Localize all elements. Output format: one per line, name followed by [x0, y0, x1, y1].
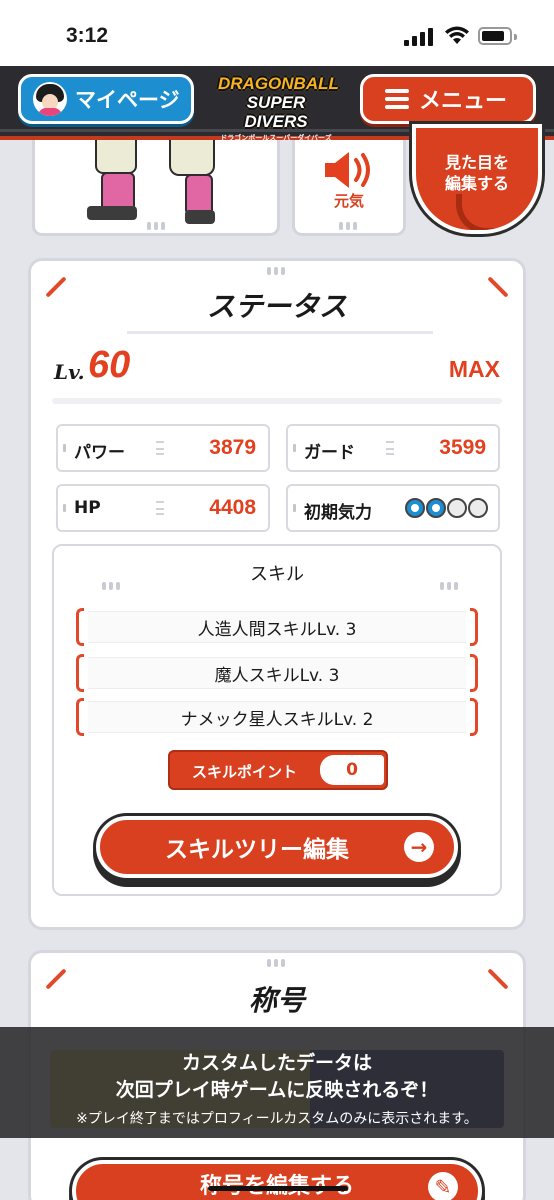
- hamburger-icon: [385, 89, 409, 109]
- character-leg-right: [169, 140, 215, 176]
- title-card-title: 称号: [248, 984, 305, 1017]
- skill-point-value: 0: [320, 755, 384, 785]
- character-boot-right-sole: [185, 210, 215, 224]
- notice-line2: 次回プレイ時ゲームに反映されるぞ！: [115, 1079, 439, 1101]
- skill-item-label: 人造人間スキルLv. 3: [197, 619, 357, 640]
- ki-orb-icon: [405, 498, 425, 518]
- skill-title: スキル: [250, 564, 304, 585]
- character-preview: [32, 140, 280, 236]
- edit-title-button[interactable]: 称号を編集する ✎: [72, 1160, 482, 1200]
- logo-line1: DRAGONBALL: [218, 74, 339, 93]
- edit-appearance-button[interactable]: 見た目を 編集する: [412, 124, 542, 234]
- stat-name: パワー: [74, 443, 125, 463]
- stat-name: 初期気力: [304, 503, 372, 523]
- rotate-arrow-icon: [456, 194, 506, 230]
- edit-appearance-label-1: 見た目を: [444, 153, 509, 172]
- card-grip: [102, 582, 120, 590]
- skill-item-label: 魔人スキルLv. 3: [214, 665, 340, 686]
- stat-value: 3599: [439, 436, 486, 459]
- level-max: MAX: [448, 356, 500, 382]
- skill-item[interactable]: 魔人スキルLv. 3: [76, 654, 478, 692]
- panel-grip: [147, 222, 165, 230]
- status-time: 3:12: [66, 24, 109, 47]
- stat-hp: HP 4408: [56, 484, 270, 532]
- speaker-icon: [325, 152, 370, 188]
- logo-line2: SUPER DIVERS: [244, 93, 308, 131]
- skill-tree-edit-label: スキルツリー編集: [165, 837, 349, 863]
- arrow-right-icon: →: [404, 832, 434, 862]
- edit-appearance-label-2: 編集する: [444, 174, 509, 193]
- notice-line1: カスタムしたデータは: [181, 1052, 372, 1074]
- card-grip: [267, 959, 285, 967]
- menu-button[interactable]: メニュー: [360, 74, 536, 124]
- level-value: 60: [88, 344, 131, 386]
- cellular-signal-icon: [404, 28, 434, 46]
- menu-label: メニュー: [419, 89, 508, 114]
- initial-ki-gauge: [405, 498, 488, 518]
- ki-orb-icon: [468, 498, 488, 518]
- notice-toast: カスタムしたデータは 次回プレイ時ゲームに反映されるぞ！ ※プレイ終了まではプロ…: [0, 1027, 554, 1138]
- ki-orb-icon: [447, 498, 467, 518]
- skill-point-badge: スキルポイント 0: [168, 750, 388, 790]
- notice-line3: ※プレイ終了まではプロフィールカスタムのみに表示されます。: [76, 1111, 478, 1127]
- game-logo[interactable]: DRAGONBALL SUPER DIVERS ドラゴンボールスーパーダイバーズ: [218, 74, 339, 142]
- stat-name: HP: [74, 498, 101, 518]
- stat-power: パワー 3879: [56, 424, 270, 472]
- skill-item[interactable]: ナメック星人スキルLv. 2: [76, 698, 478, 736]
- card-grip: [440, 582, 458, 590]
- status-bar: 3:12: [0, 0, 554, 66]
- stat-name: ガード: [304, 443, 355, 463]
- level-divider: [52, 398, 502, 404]
- mypage-button[interactable]: マイページ: [18, 74, 194, 124]
- level-row: Lv. 60 MAX: [54, 342, 502, 398]
- edit-title-label: 称号を編集する: [200, 1168, 354, 1200]
- title-underline: [127, 331, 433, 334]
- status-title: ステータス: [206, 290, 347, 323]
- stat-initial-ki: 初期気力: [286, 484, 500, 532]
- character-leg-left: [95, 140, 137, 174]
- wifi-icon: [445, 26, 469, 44]
- stat-value: 3879: [209, 436, 256, 459]
- skill-point-label: スキルポイント: [192, 763, 298, 781]
- stat-value: 4408: [209, 496, 256, 519]
- avatar-icon: [33, 82, 67, 116]
- panel-grip: [339, 222, 357, 230]
- level-label: Lv.: [54, 360, 85, 384]
- skill-item[interactable]: 人造人間スキルLv. 3: [76, 608, 478, 646]
- ki-orb-icon: [426, 498, 446, 518]
- card-grip: [267, 267, 285, 275]
- battery-icon: [478, 27, 517, 45]
- character-boot-right: [185, 174, 213, 214]
- voice-panel[interactable]: 元気: [292, 140, 406, 236]
- skill-tree-edit-button[interactable]: スキルツリー編集 →: [96, 816, 458, 878]
- pencil-icon: ✎: [428, 1172, 458, 1200]
- mypage-label: マイページ: [75, 88, 180, 112]
- skill-item-label: ナメック星人スキルLv. 2: [180, 709, 374, 730]
- voice-label: 元気: [333, 192, 364, 210]
- home-indicator[interactable]: [208, 1186, 348, 1191]
- stat-guard: ガード 3599: [286, 424, 500, 472]
- character-boot-left-sole: [87, 206, 137, 220]
